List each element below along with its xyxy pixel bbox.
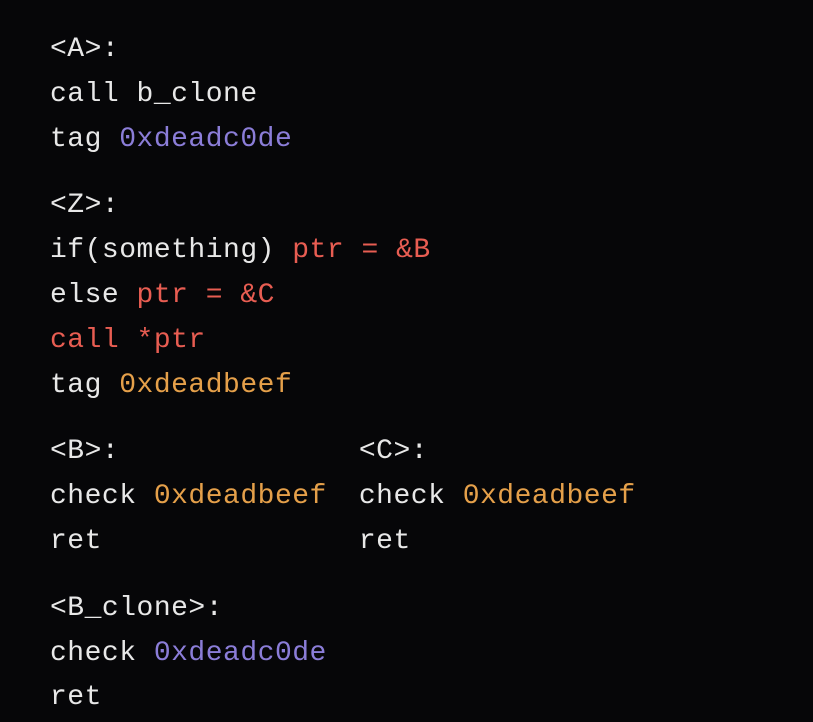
block-z: <Z>: if(something) ptr = &B else ptr = &… bbox=[50, 184, 813, 408]
if-body: ptr = &B bbox=[292, 235, 430, 266]
ret-keyword: ret bbox=[50, 526, 102, 557]
check-keyword: check bbox=[50, 638, 154, 669]
label-a: <A>: bbox=[50, 34, 119, 65]
block-a: <A>: call b_clone tag 0xdeadc0de bbox=[50, 28, 813, 162]
call-ptr: call *ptr bbox=[50, 325, 206, 356]
check-keyword: check bbox=[359, 481, 463, 512]
label-bclone: <B_clone>: bbox=[50, 593, 223, 624]
tag-value: 0xdeadbeef bbox=[119, 370, 292, 401]
tag-value: 0xdeadc0de bbox=[119, 124, 292, 155]
tag-keyword: tag bbox=[50, 370, 119, 401]
ret-keyword: ret bbox=[359, 526, 411, 557]
label-c: <C>: bbox=[359, 436, 428, 467]
call-keyword: call bbox=[50, 79, 137, 110]
row-b-c: <B>: check 0xdeadbeef ret <C>: check 0xd… bbox=[50, 430, 813, 564]
if-head: if(something) bbox=[50, 235, 292, 266]
block-bclone: <B_clone>: check 0xdeadc0de ret bbox=[50, 587, 813, 721]
call-target: b_clone bbox=[137, 79, 258, 110]
tag-keyword: tag bbox=[50, 124, 119, 155]
block-b: <B>: check 0xdeadbeef ret bbox=[50, 430, 327, 564]
block-c: <C>: check 0xdeadbeef ret bbox=[359, 430, 636, 564]
check-value: 0xdeadc0de bbox=[154, 638, 327, 669]
ret-keyword: ret bbox=[50, 682, 102, 713]
label-b: <B>: bbox=[50, 436, 119, 467]
check-value: 0xdeadbeef bbox=[463, 481, 636, 512]
else-body: ptr = &C bbox=[137, 280, 275, 311]
check-keyword: check bbox=[50, 481, 154, 512]
check-value: 0xdeadbeef bbox=[154, 481, 327, 512]
label-z: <Z>: bbox=[50, 190, 119, 221]
else-keyword: else bbox=[50, 280, 137, 311]
